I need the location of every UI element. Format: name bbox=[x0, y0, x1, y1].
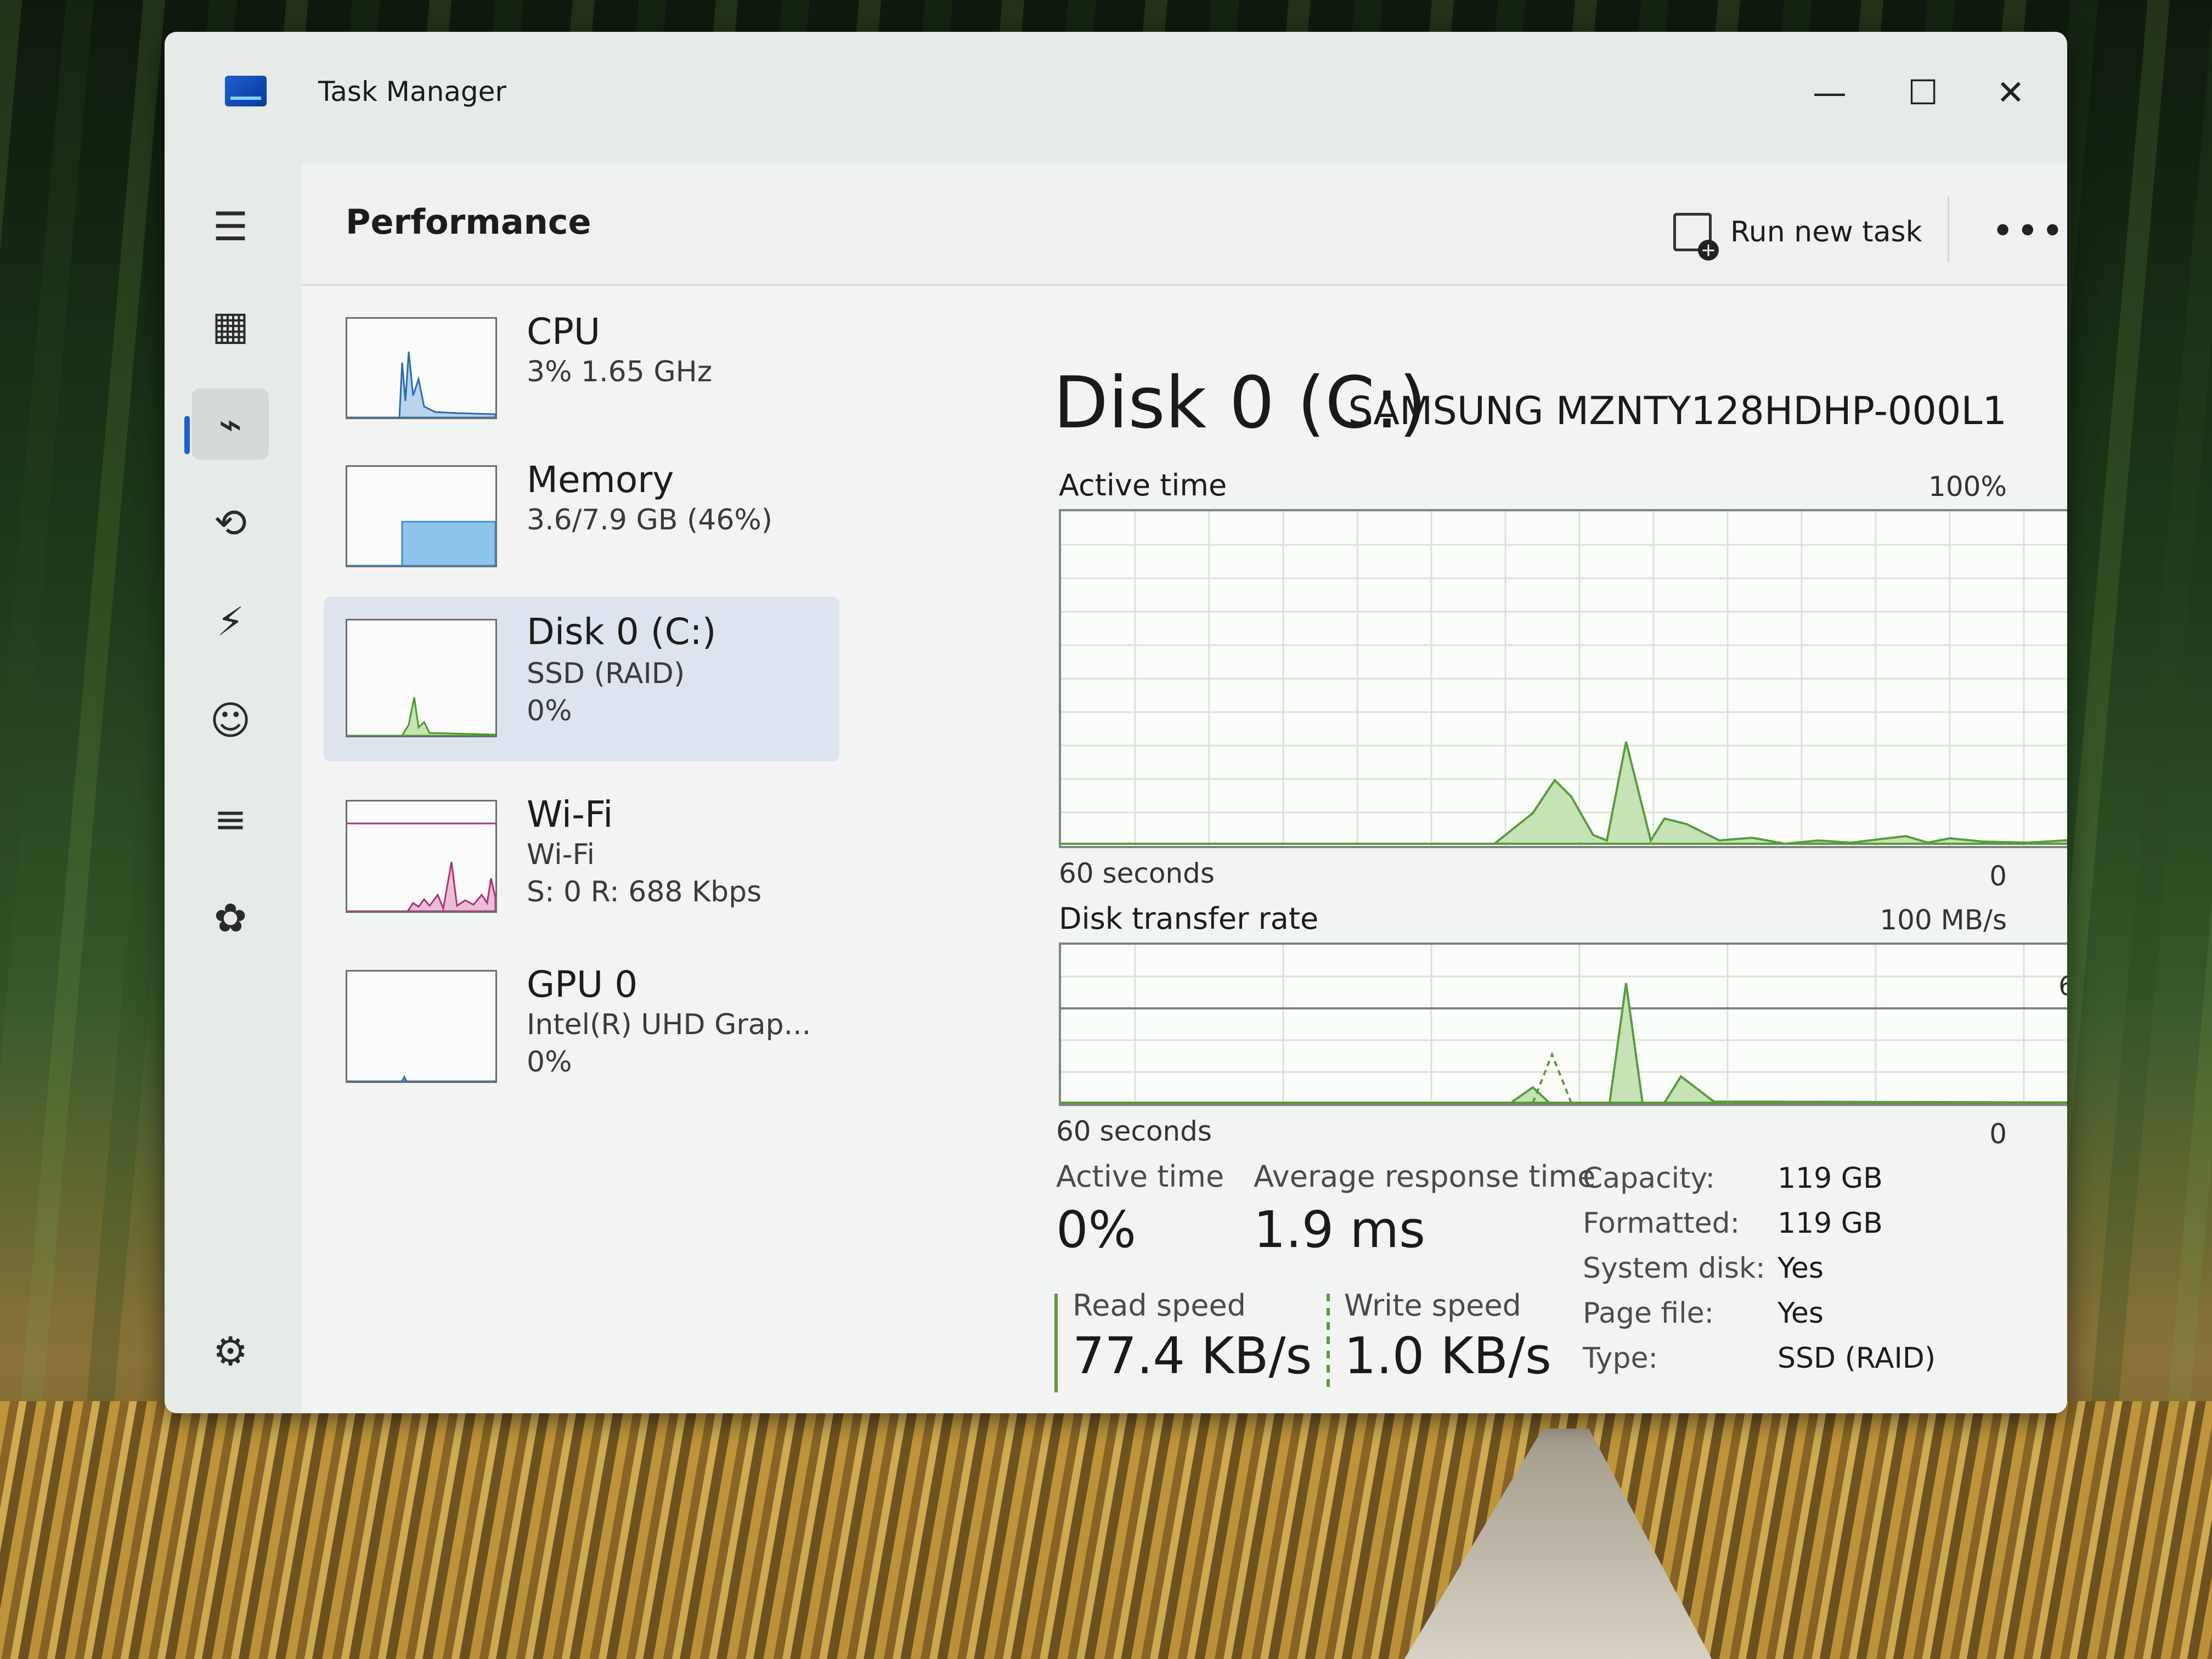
disk-thumbnail-graph bbox=[346, 619, 497, 737]
page-header: Performance Run new task ••• bbox=[302, 163, 2067, 286]
active-nav-indicator bbox=[184, 416, 190, 454]
task-manager-app-icon bbox=[225, 76, 267, 106]
tile-subtitle: 3.6/7.9 GB (46%) bbox=[527, 504, 773, 537]
read-speed-value: 77.4 KB/s bbox=[1073, 1327, 1312, 1385]
wifi-thumbnail-graph bbox=[346, 800, 497, 913]
type-label: Type: bbox=[1583, 1342, 1658, 1375]
formatted-value: 119 GB bbox=[1778, 1207, 1883, 1240]
startup-apps-icon[interactable]: ⚡ bbox=[192, 586, 269, 657]
transfer-rate-graph-max: 100 MB/s bbox=[1880, 904, 2007, 936]
page-title: Performance bbox=[346, 202, 591, 242]
transfer-rate-graph: 60 MB/s bbox=[1059, 943, 2067, 1106]
tile-subtitle: Wi-Fi bbox=[527, 838, 595, 871]
tile-subtitle-2: 0% bbox=[527, 1046, 572, 1079]
performance-icon: ⌁ bbox=[218, 401, 242, 447]
tile-gpu-0[interactable]: GPU 0 Intel(R) UHD Grap... 0% bbox=[324, 953, 839, 1096]
performance-nav-item[interactable]: ⌁ bbox=[192, 388, 269, 460]
tile-subtitle: SSD (RAID) bbox=[527, 657, 685, 690]
read-speed-indicator bbox=[1054, 1294, 1058, 1392]
close-button[interactable]: ✕ bbox=[1980, 65, 2041, 120]
read-speed-label: Read speed bbox=[1073, 1288, 1246, 1323]
active-time-graph-left-label: 60 seconds bbox=[1059, 857, 1215, 889]
run-new-task-button[interactable]: Run new task bbox=[1673, 207, 1922, 261]
run-new-task-icon bbox=[1673, 213, 1719, 261]
tile-subtitle: 3% 1.65 GHz bbox=[527, 356, 713, 388]
wallpaper-grass bbox=[0, 1401, 2212, 1659]
settings-icon[interactable]: ⚙ bbox=[192, 1316, 269, 1387]
capacity-value: 119 GB bbox=[1778, 1162, 1883, 1195]
transfer-rate-graph-right-label: 0 bbox=[1989, 1118, 2007, 1150]
tile-memory[interactable]: Memory 3.6/7.9 GB (46%) bbox=[324, 449, 839, 580]
tile-disk-0[interactable]: Disk 0 (C:) SSD (RAID) 0% bbox=[324, 597, 839, 761]
tile-title: GPU 0 bbox=[527, 963, 638, 1006]
active-time-stat-label: Active time bbox=[1056, 1159, 1224, 1194]
active-time-stat-value: 0% bbox=[1056, 1200, 1136, 1259]
transfer-rate-graph-midline-label: 60 MB/s bbox=[2058, 971, 2067, 1002]
gpu-thumbnail-graph bbox=[346, 970, 497, 1083]
services-icon[interactable]: ✿ bbox=[192, 882, 269, 953]
transfer-rate-graph-left-label: 60 seconds bbox=[1056, 1115, 1212, 1147]
details-icon[interactable]: ≡ bbox=[192, 783, 269, 855]
title-bar[interactable]: Task Manager — ☐ ✕ bbox=[165, 32, 2067, 153]
hamburger-menu-icon[interactable]: ☰ bbox=[192, 191, 269, 262]
header-divider bbox=[1948, 196, 1949, 262]
users-icon[interactable]: ☺ bbox=[192, 685, 269, 756]
avg-response-time-value: 1.9 ms bbox=[1254, 1200, 1426, 1259]
cpu-thumbnail-graph bbox=[346, 317, 497, 419]
app-history-icon[interactable]: ⟲ bbox=[192, 487, 269, 558]
active-time-graph-label: Active time bbox=[1059, 468, 1227, 503]
memory-thumbnail-graph bbox=[346, 465, 497, 567]
navigation-rail: ☰ ▦ ⌁ ⟲ ⚡ ☺ ≡ ✿ ⚙ bbox=[165, 158, 296, 1409]
tile-subtitle-2: 0% bbox=[527, 695, 572, 727]
system-disk-value: Yes bbox=[1778, 1252, 1824, 1285]
transfer-rate-graph-label: Disk transfer rate bbox=[1059, 901, 1319, 936]
minimize-button[interactable]: — bbox=[1799, 65, 1860, 120]
more-options-icon[interactable]: ••• bbox=[1991, 208, 2066, 253]
write-speed-value: 1.0 KB/s bbox=[1344, 1327, 1551, 1385]
formatted-label: Formatted: bbox=[1583, 1207, 1740, 1240]
maximize-button[interactable]: ☐ bbox=[1893, 65, 1953, 120]
tile-cpu[interactable]: CPU 3% 1.65 GHz bbox=[324, 301, 839, 432]
disk-model-name: SAMSUNG MZNTY128HDHP-000L1 bbox=[1348, 388, 2007, 433]
active-time-graph-right-label: 0 bbox=[1989, 860, 2007, 892]
active-time-graph-max: 100% bbox=[1928, 471, 2007, 503]
type-value: SSD (RAID) bbox=[1778, 1342, 1936, 1375]
tile-title: Disk 0 (C:) bbox=[527, 611, 716, 653]
avg-response-time-label: Average response time bbox=[1254, 1159, 1596, 1194]
write-speed-label: Write speed bbox=[1344, 1288, 1521, 1323]
write-speed-indicator bbox=[1327, 1294, 1330, 1392]
processes-icon[interactable]: ▦ bbox=[192, 290, 269, 361]
active-time-graph bbox=[1059, 509, 2067, 848]
tile-subtitle-2: S: 0 R: 688 Kbps bbox=[527, 876, 762, 909]
tile-title: CPU bbox=[527, 311, 601, 353]
tile-title: Memory bbox=[527, 459, 674, 501]
tile-title: Wi-Fi bbox=[527, 793, 613, 836]
tile-wifi[interactable]: Wi-Fi Wi-Fi S: 0 R: 688 Kbps bbox=[324, 783, 839, 926]
capacity-label: Capacity: bbox=[1583, 1162, 1715, 1195]
system-disk-label: System disk: bbox=[1583, 1252, 1765, 1285]
task-manager-window: Task Manager — ☐ ✕ ☰ ▦ ⌁ ⟲ ⚡ ☺ ≡ ✿ ⚙ Per… bbox=[165, 32, 2067, 1413]
window-title: Task Manager bbox=[318, 76, 506, 108]
run-new-task-label: Run new task bbox=[1730, 216, 1922, 249]
performance-page: Performance Run new task ••• CPU 3% 1.65… bbox=[302, 163, 2067, 1413]
page-file-value: Yes bbox=[1778, 1297, 1824, 1330]
tile-subtitle: Intel(R) UHD Grap... bbox=[527, 1008, 811, 1041]
page-file-label: Page file: bbox=[1583, 1297, 1714, 1330]
